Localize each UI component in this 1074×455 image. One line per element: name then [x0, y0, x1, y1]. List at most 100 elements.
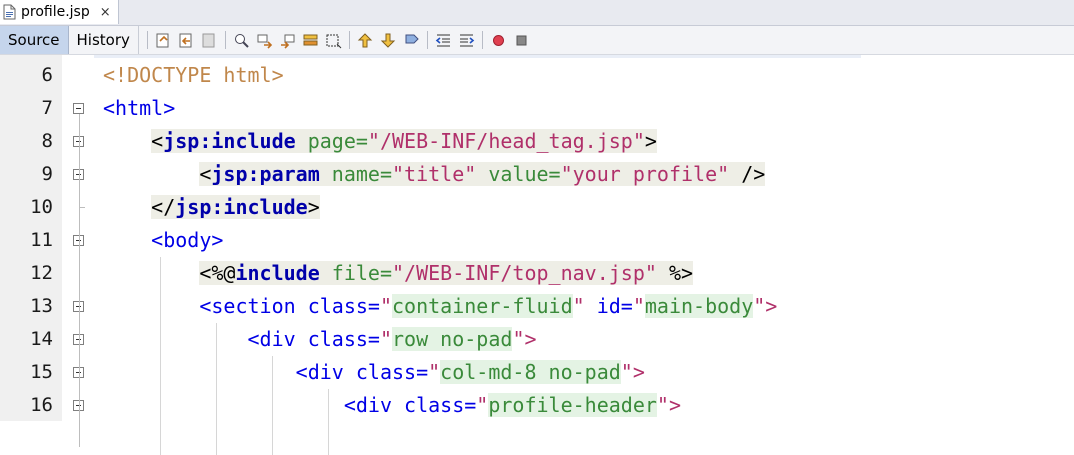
code-line[interactable]: <div class="row no-pad"> — [103, 323, 537, 356]
code-line[interactable]: <div class="col-md-8 no-pad"> — [103, 356, 645, 389]
toggle-highlight-icon[interactable] — [302, 32, 319, 49]
stop-macro-icon[interactable] — [513, 32, 530, 49]
code-token: " — [379, 327, 393, 351]
fold-end-marker — [79, 207, 85, 208]
current-line-highlight — [94, 55, 861, 58]
code-token: /> — [729, 162, 766, 186]
fold-toggle-icon[interactable] — [73, 103, 84, 114]
code-token: " — [428, 360, 441, 384]
code-token: " — [572, 294, 585, 318]
code-token: "title" — [392, 162, 477, 186]
toolbar-separator — [348, 31, 350, 49]
toggle-bookmark-icon[interactable] — [403, 32, 420, 49]
line-number: 9 — [41, 163, 53, 185]
code-token: class= — [355, 360, 429, 384]
code-token: > — [644, 129, 657, 153]
toggle-rect-selection-icon[interactable] — [325, 32, 342, 49]
line-number: 12 — [30, 262, 53, 284]
code-token: container-fluid — [392, 294, 573, 318]
code-line[interactable]: <section class="container-fluid" id="mai… — [103, 290, 777, 323]
code-token: < — [199, 162, 212, 186]
code-line[interactable]: <%@include file="/WEB-INF/top_nav.jsp" %… — [103, 257, 694, 290]
source-tab[interactable]: Source — [0, 26, 69, 54]
close-tab-icon[interactable]: × — [100, 5, 111, 20]
code-line[interactable]: </jsp:include> — [103, 191, 320, 224]
next-bookmark-icon[interactable] — [380, 32, 397, 49]
indent-guide — [216, 323, 217, 455]
editor-tab-bar: profile.jsp × — [0, 0, 1074, 26]
line-number: 15 — [30, 361, 53, 383]
fold-guide — [79, 114, 80, 447]
prev-bookmark-icon[interactable] — [357, 32, 374, 49]
code-token: "> — [656, 393, 682, 417]
editor-toolbar: Source History — [0, 26, 1074, 55]
find-selection-icon[interactable] — [233, 32, 250, 49]
code-token: " — [379, 294, 392, 318]
line-number: 13 — [30, 295, 53, 317]
code-token: > — [307, 195, 320, 219]
back-icon[interactable] — [178, 32, 195, 49]
toolbar-separator — [146, 31, 148, 49]
line-number: 16 — [30, 394, 53, 416]
code-token: jsp:include — [163, 129, 296, 153]
code-token: <div — [247, 327, 308, 351]
line-number: 7 — [41, 97, 53, 119]
line-number: 14 — [30, 328, 53, 350]
toolbar-separator — [224, 31, 226, 49]
code-token: jsp:param — [211, 162, 320, 186]
code-token: "/WEB-INF/top_nav.jsp" — [392, 261, 657, 285]
code-token: <%@ — [199, 261, 236, 285]
code-line[interactable]: <html> — [103, 92, 175, 125]
line-number: 10 — [30, 196, 53, 218]
code-line[interactable]: <jsp:param name="title" value="your prof… — [103, 158, 766, 191]
code-token: jsp:include — [175, 195, 308, 219]
code-token: "/WEB-INF/head_tag.jsp" — [367, 129, 645, 153]
line-number: 6 — [41, 64, 53, 86]
file-tab[interactable]: profile.jsp × — [0, 0, 119, 24]
code-token: page= — [295, 129, 368, 153]
find-previous-icon[interactable] — [256, 32, 273, 49]
code-token: < — [151, 129, 164, 153]
indent-guide — [272, 356, 273, 455]
shift-left-icon[interactable] — [435, 32, 452, 49]
forward-icon[interactable] — [201, 32, 218, 49]
line-number: 11 — [30, 229, 53, 251]
code-token: <body> — [151, 228, 224, 252]
code-token: " — [476, 393, 489, 417]
code-token: profile-header — [488, 393, 657, 417]
code-line[interactable]: <body> — [103, 224, 223, 257]
code-token: class= — [404, 393, 477, 417]
code-token: <html> — [103, 96, 176, 120]
find-next-icon[interactable] — [279, 32, 296, 49]
code-line[interactable]: <jsp:include page="/WEB-INF/head_tag.jsp… — [103, 125, 657, 158]
code-token: <div — [343, 393, 405, 417]
shift-right-icon[interactable] — [458, 32, 475, 49]
code-line[interactable]: <div class="profile-header"> — [103, 389, 681, 422]
record-macro-icon[interactable] — [490, 32, 507, 49]
history-tab[interactable]: History — [69, 26, 139, 54]
code-token: "your profile" — [560, 162, 730, 186]
code-token: <div — [295, 360, 356, 384]
code-token: class= — [307, 327, 380, 351]
toolbar-separator — [426, 31, 428, 49]
code-token: value= — [476, 162, 561, 186]
code-token: <!DOCTYPE html> — [103, 63, 284, 87]
indent-guide — [160, 257, 161, 455]
code-token: col-md-8 no-pad — [440, 360, 621, 384]
toolbar-separator — [481, 31, 483, 49]
line-number: 8 — [41, 130, 53, 152]
code-line[interactable]: <!DOCTYPE html> — [103, 59, 284, 92]
file-tab-label: profile.jsp — [21, 4, 90, 20]
indent-guide — [328, 389, 329, 455]
code-token: class= — [307, 294, 380, 318]
last-edit-icon[interactable] — [155, 32, 172, 49]
code-token: "> — [620, 360, 645, 384]
